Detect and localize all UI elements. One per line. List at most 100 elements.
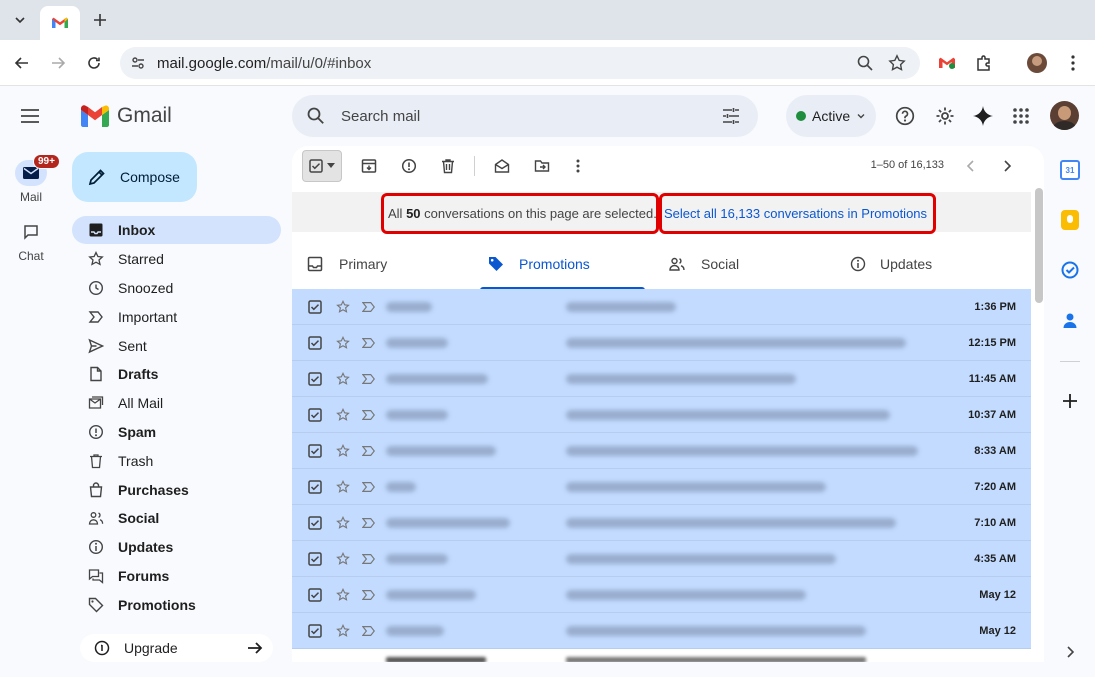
report-spam-icon[interactable] <box>395 152 423 180</box>
nav-item-spam[interactable]: Spam <box>72 418 281 446</box>
nav-item-sent[interactable]: Sent <box>72 332 281 360</box>
important-marker-icon[interactable] <box>362 517 376 529</box>
table-row[interactable]: 11:45 AM <box>292 361 1031 397</box>
search-icon[interactable] <box>306 106 326 126</box>
table-row[interactable]: 10:37 AM <box>292 397 1031 433</box>
tab-promotions[interactable]: Promotions <box>488 238 590 290</box>
move-to-folder-icon[interactable] <box>528 152 556 180</box>
table-row[interactable]: May 12 <box>292 613 1031 649</box>
nav-item-important[interactable]: Important <box>72 303 281 331</box>
help-question-icon[interactable] <box>891 102 919 130</box>
search-mail-bar[interactable]: Search mail <box>292 95 758 137</box>
show-side-panel-chevron-icon[interactable] <box>1056 638 1084 666</box>
star-icon[interactable] <box>336 336 350 350</box>
account-avatar[interactable] <box>1050 101 1079 130</box>
older-page-chevron-right-icon[interactable] <box>993 152 1021 180</box>
newer-page-chevron-left-icon[interactable] <box>957 152 985 180</box>
compose-button[interactable]: Compose <box>72 152 197 202</box>
important-marker-icon[interactable] <box>362 625 376 637</box>
row-checkbox-checked-icon[interactable] <box>308 516 322 530</box>
row-checkbox-checked-icon[interactable] <box>308 444 322 458</box>
nav-item-promotions[interactable]: Promotions <box>72 591 281 619</box>
browser-menu-kebab-icon[interactable] <box>1059 49 1087 77</box>
google-tasks-icon[interactable] <box>1056 256 1084 284</box>
get-add-ons-plus-icon[interactable] <box>1056 387 1084 415</box>
important-marker-icon[interactable] <box>362 409 376 421</box>
gmail-browser-tab[interactable] <box>40 6 80 40</box>
star-icon[interactable] <box>336 408 350 422</box>
gemini-sparkle-icon[interactable] <box>969 102 997 130</box>
back-arrow-icon[interactable] <box>8 49 36 77</box>
select-all-checkbox-dropdown[interactable] <box>302 150 342 182</box>
rail-chat[interactable]: Chat <box>0 219 62 263</box>
site-settings-icon[interactable] <box>130 55 146 71</box>
star-icon[interactable] <box>336 588 350 602</box>
table-row[interactable]: 7:20 AM <box>292 469 1031 505</box>
google-calendar-icon[interactable]: 31 <box>1060 160 1080 180</box>
nav-item-starred[interactable]: Starred <box>72 245 281 273</box>
browser-profile-avatar[interactable] <box>1027 53 1047 73</box>
important-marker-icon[interactable] <box>362 553 376 565</box>
nav-item-all-mail[interactable]: All Mail <box>72 389 281 417</box>
zoom-search-icon[interactable] <box>856 54 874 72</box>
gmail-extension-icon[interactable] <box>933 49 961 77</box>
extensions-puzzle-icon[interactable] <box>970 49 998 77</box>
mark-as-read-icon[interactable] <box>488 152 516 180</box>
settings-gear-icon[interactable] <box>931 102 959 130</box>
nav-item-trash[interactable]: Trash <box>72 447 281 475</box>
star-icon[interactable] <box>336 552 350 566</box>
forward-arrow-icon[interactable] <box>44 49 72 77</box>
table-row[interactable]: May 12 <box>292 577 1031 613</box>
table-row[interactable]: 1:36 PM <box>292 289 1031 325</box>
address-bar[interactable]: mail.google.com/mail/u/0/#inbox <box>120 47 920 79</box>
row-checkbox-checked-icon[interactable] <box>308 588 322 602</box>
status-active-button[interactable]: Active <box>786 95 876 137</box>
important-marker-icon[interactable] <box>362 373 376 385</box>
search-options-sliders-icon[interactable] <box>722 107 740 125</box>
more-options-kebab-icon[interactable] <box>564 152 592 180</box>
nav-item-inbox[interactable]: Inbox <box>72 216 281 244</box>
nav-item-updates[interactable]: Updates <box>72 533 281 561</box>
table-row[interactable]: 4:35 AM <box>292 541 1031 577</box>
star-icon[interactable] <box>336 480 350 494</box>
row-checkbox-checked-icon[interactable] <box>308 480 322 494</box>
gmail-logo[interactable]: Gmail <box>81 104 172 128</box>
star-icon[interactable] <box>336 516 350 530</box>
important-marker-icon[interactable] <box>362 445 376 457</box>
row-checkbox-checked-icon[interactable] <box>308 300 322 314</box>
nav-item-snoozed[interactable]: Snoozed <box>72 274 281 302</box>
list-scrollbar-thumb[interactable] <box>1035 188 1043 303</box>
nav-item-purchases[interactable]: Purchases <box>72 476 281 504</box>
important-marker-icon[interactable] <box>362 337 376 349</box>
upgrade-button[interactable]: Upgrade <box>80 634 273 662</box>
nav-item-social[interactable]: Social <box>72 504 281 532</box>
table-row[interactable]: 8:33 AM <box>292 433 1031 469</box>
google-keep-icon[interactable] <box>1061 210 1079 230</box>
nav-item-forums[interactable]: Forums <box>72 562 281 590</box>
bookmark-star-icon[interactable] <box>888 54 906 72</box>
tab-social[interactable]: Social <box>669 238 739 290</box>
star-icon[interactable] <box>336 444 350 458</box>
search-input[interactable]: Search mail <box>341 108 420 125</box>
star-icon[interactable] <box>336 372 350 386</box>
row-checkbox-checked-icon[interactable] <box>308 408 322 422</box>
table-row[interactable]: 12:15 PM <box>292 325 1031 361</box>
main-menu-hamburger-icon[interactable] <box>16 102 44 130</box>
row-checkbox-checked-icon[interactable] <box>308 624 322 638</box>
google-apps-grid-icon[interactable] <box>1007 102 1035 130</box>
archive-icon[interactable] <box>355 152 383 180</box>
important-marker-icon[interactable] <box>362 301 376 313</box>
tab-list-chevron-icon[interactable] <box>6 6 34 34</box>
table-row[interactable]: 7:10 AM <box>292 505 1031 541</box>
tab-updates[interactable]: Updates <box>850 238 932 290</box>
delete-trash-icon[interactable] <box>434 152 462 180</box>
row-checkbox-checked-icon[interactable] <box>308 552 322 566</box>
row-checkbox-checked-icon[interactable] <box>308 336 322 350</box>
important-marker-icon[interactable] <box>362 589 376 601</box>
rail-mail[interactable]: 99+ Mail <box>0 154 62 204</box>
new-tab-plus-icon[interactable] <box>86 6 114 34</box>
row-checkbox-checked-icon[interactable] <box>308 372 322 386</box>
google-contacts-icon[interactable] <box>1056 306 1084 334</box>
star-icon[interactable] <box>336 300 350 314</box>
reload-icon[interactable] <box>80 49 108 77</box>
